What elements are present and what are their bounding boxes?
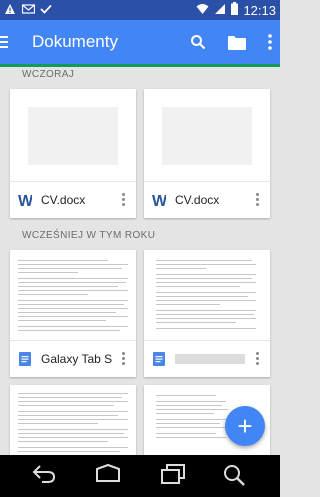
file-more-options-icon[interactable] [122, 193, 126, 206]
search-icon[interactable] [190, 34, 206, 50]
search-icon[interactable] [222, 463, 246, 492]
recent-apps-icon[interactable] [160, 463, 186, 490]
home-icon[interactable] [95, 463, 121, 490]
google-doc-icon [152, 351, 166, 367]
svg-text:W: W [18, 193, 32, 208]
word-doc-icon: W [18, 192, 32, 208]
wifi-icon [196, 3, 209, 18]
file-card[interactable]: W CV.docx [10, 89, 136, 218]
file-thumbnail [10, 89, 136, 181]
svg-text:W: W [152, 193, 166, 208]
file-thumbnail [10, 250, 136, 340]
battery-icon [231, 2, 239, 18]
create-document-fab[interactable]: + [225, 406, 265, 446]
file-thumbnail [10, 385, 136, 455]
google-doc-icon [18, 351, 32, 367]
file-more-options-icon[interactable] [122, 352, 126, 365]
file-card[interactable]: Galaxy Tab S [10, 250, 136, 377]
page-title: Dokumenty [32, 32, 118, 51]
section-header-earlier-this-year: WCZEŚNIEJ W TYM ROKU [22, 230, 156, 241]
file-more-options-icon[interactable] [256, 352, 260, 365]
signal-icon [214, 3, 226, 18]
folder-icon[interactable] [228, 35, 246, 50]
file-card[interactable] [144, 250, 270, 377]
status-bar: 12:13 [0, 0, 280, 20]
warning-icon [4, 3, 16, 15]
nav-drawer-icon[interactable] [0, 20, 10, 64]
file-more-options-icon[interactable] [256, 193, 260, 206]
app-bar: Dokumenty [0, 20, 280, 64]
gmail-icon [21, 3, 36, 15]
document-list[interactable]: WCZORAJ W CV.docx W CV.docx WCZEŚNIEJ W … [0, 67, 280, 455]
file-name: CV.docx [41, 193, 86, 207]
back-icon[interactable] [32, 463, 56, 490]
file-name: Galaxy Tab S [41, 352, 113, 366]
section-header-yesterday: WCZORAJ [22, 69, 75, 80]
word-doc-icon: W [152, 192, 166, 208]
system-nav-bar [0, 455, 280, 497]
file-card[interactable] [10, 385, 136, 455]
overflow-menu-icon[interactable] [268, 34, 272, 50]
file-thumbnail [144, 89, 270, 181]
file-card[interactable]: W CV.docx [144, 89, 270, 218]
check-icon [40, 3, 52, 15]
file-name: CV.docx [175, 193, 220, 207]
file-thumbnail [144, 250, 270, 340]
file-name-redacted [175, 354, 245, 364]
clock: 12:13 [243, 2, 276, 18]
